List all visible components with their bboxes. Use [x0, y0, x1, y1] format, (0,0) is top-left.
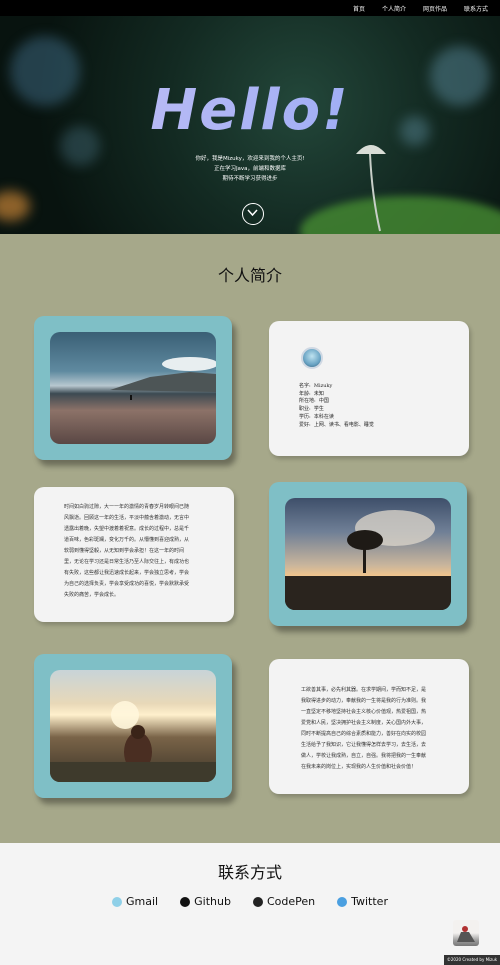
moss — [300, 196, 500, 234]
chevron-down-icon — [247, 209, 258, 217]
values-paragraph: 工欲善其事，必先利其器。在求学期间，学而知不足，是 我取得进步的动力，奉献我的一… — [301, 687, 427, 770]
info-list: 名字: Mizuky 年龄: 未知 所在地: 中国 职业: 学生 学历: 本科在… — [299, 383, 374, 429]
github-icon — [180, 896, 191, 907]
back-to-top-button[interactable] — [453, 920, 479, 946]
sunset-photo — [50, 670, 216, 782]
bokeh-light — [0, 191, 30, 221]
back-to-top-art — [457, 926, 475, 942]
info-row: 所在地: 中国 — [299, 398, 329, 405]
hero-banner: Hello! 你好，我是Mizuky，欢迎来到我的个人主页! 正在学习Java，… — [0, 16, 500, 234]
reflection-paragraph: 时间如白驹过隙，大一一年的激情的青春岁月转眼间已随 风飘逝。回顾这一年的生活，平… — [64, 504, 190, 598]
hero-title: Hello! — [0, 78, 500, 143]
github-link[interactable]: Github — [180, 895, 231, 908]
sunset-photo-art — [50, 701, 216, 782]
beach-photo — [50, 332, 216, 444]
nav-item-contact[interactable]: 联系方式 — [464, 4, 488, 13]
info-row: 学历: 本科在读 — [299, 413, 334, 420]
nav-item-about[interactable]: 个人简介 — [382, 4, 406, 13]
tree-photo-art — [285, 510, 451, 610]
hero-line: 正在学习Java，前端和数据库 — [213, 166, 287, 172]
text-card-reflection: 时间如白驹过隙，大一一年的激情的青春岁月转眼间已随 风飘逝。回顾这一年的生活，平… — [34, 487, 234, 622]
hero-intro: 你好，我是Mizuky，欢迎来到我的个人主页! 正在学习Java，前端和数据库 … — [0, 154, 500, 184]
scroll-down-button[interactable] — [242, 203, 264, 225]
image-card-tree — [269, 482, 467, 626]
gmail-link[interactable]: Gmail — [112, 895, 158, 908]
contact-title: 联系方式 — [217, 863, 282, 882]
codepen-link[interactable]: CodePen — [252, 895, 315, 908]
beach-photo-art — [110, 357, 216, 400]
contact-links: Gmail Github CodePen Twitter — [0, 895, 500, 908]
contact-section: 联系方式 Gmail Github CodePen Twitter — [0, 843, 500, 965]
info-card: 名字: Mizuky 年龄: 未知 所在地: 中国 职业: 学生 学历: 本科在… — [269, 321, 469, 456]
tree-photo — [285, 498, 451, 610]
hero-line: 期待不断学习获得进步 — [222, 176, 278, 182]
twitter-icon — [337, 896, 348, 907]
info-row: 名字: Mizuky — [299, 383, 333, 389]
nav-item-works[interactable]: 网页作品 — [423, 4, 447, 13]
nav-menu: 首页 个人简介 网页作品 联系方式 — [336, 0, 488, 16]
info-row: 职业: 学生 — [299, 406, 324, 413]
hero-line: 你好，我是Mizuky，欢迎来到我的个人主页! — [195, 156, 305, 162]
image-card-sunset — [34, 654, 232, 798]
codepen-icon — [252, 896, 263, 907]
about-title: 个人简介 — [217, 266, 282, 285]
twitter-link[interactable]: Twitter — [337, 895, 388, 908]
text-card-values: 工欲善其事，必先利其器。在求学期间，学而知不足，是 我取得进步的动力，奉献我的一… — [269, 659, 469, 794]
info-row: 爱好: 上网、读书、看电影、睡觉 — [299, 421, 374, 428]
mushroom-graphic — [356, 145, 386, 232]
top-nav: 首页 个人简介 网页作品 联系方式 — [0, 0, 500, 16]
avatar — [301, 347, 323, 369]
mail-icon — [112, 896, 123, 907]
footer-credit: ©2020 Created by Mizuk — [444, 955, 500, 965]
image-card-beach — [34, 316, 232, 460]
nav-item-home[interactable]: 首页 — [353, 4, 365, 13]
